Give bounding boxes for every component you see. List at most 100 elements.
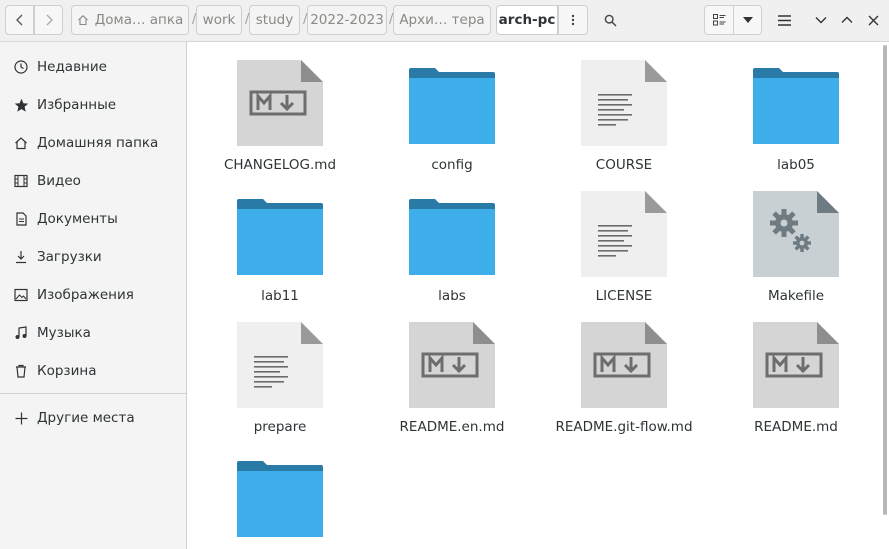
- markdown-file-icon: [409, 320, 495, 410]
- folder-item[interactable]: lab05: [710, 42, 882, 173]
- breadcrumb-study[interactable]: study: [249, 5, 300, 35]
- file-name: prepare: [253, 419, 307, 435]
- file-item[interactable]: README.md: [710, 304, 882, 435]
- folder-item[interactable]: labs: [366, 173, 538, 304]
- list-grid-view-icon: [712, 14, 725, 26]
- markdown-file-icon: [581, 320, 667, 410]
- sidebar-item-favorites[interactable]: Избранные: [0, 86, 186, 124]
- maximize-button[interactable]: [836, 8, 858, 32]
- chevron-left-icon: [15, 14, 22, 26]
- breadcrumb-work[interactable]: work: [196, 5, 242, 35]
- scrollbar[interactable]: [879, 42, 889, 549]
- makefile-icon: [753, 189, 839, 279]
- view-mode-button[interactable]: [704, 5, 734, 35]
- sidebar-item-downloads[interactable]: Загрузки: [0, 238, 186, 276]
- sidebar-item-home[interactable]: Домашняя папка: [0, 124, 186, 162]
- sidebar-item-label: Корзина: [37, 363, 97, 379]
- path-menu-button[interactable]: [558, 5, 588, 35]
- sidebar-item-label: Загрузки: [37, 249, 102, 265]
- file-item[interactable]: prepare: [194, 304, 366, 435]
- close-button[interactable]: [862, 8, 884, 32]
- minimize-button[interactable]: [810, 8, 832, 32]
- home-icon: [77, 15, 88, 26]
- breadcrumb-label: arch-pc: [498, 12, 556, 28]
- sidebar-item-pictures[interactable]: Изображения: [0, 276, 186, 314]
- triangle-down-icon: [742, 17, 753, 23]
- sidebar-item-recent[interactable]: Недавние: [0, 48, 186, 86]
- file-name: CHANGELOG.md: [223, 157, 337, 173]
- sidebar-item-other-locations[interactable]: Другие места: [0, 399, 186, 437]
- document-icon: [13, 211, 29, 227]
- text-file-icon: [237, 320, 323, 410]
- clock-icon: [13, 59, 29, 75]
- file-name: lab11: [261, 288, 299, 304]
- file-item[interactable]: README.git-flow.md: [538, 304, 710, 435]
- search-icon: [604, 14, 617, 27]
- file-item[interactable]: CHANGELOG.md: [194, 42, 366, 173]
- chevron-right-icon: [46, 14, 53, 26]
- sidebar-item-label: Домашняя папка: [37, 135, 159, 151]
- back-button[interactable]: [5, 5, 34, 35]
- scrollbar-thumb[interactable]: [883, 45, 887, 515]
- chevron-up-icon: [841, 16, 853, 23]
- file-name: labs: [438, 288, 466, 304]
- folder-icon: [237, 451, 323, 541]
- folder-item[interactable]: lab11: [194, 173, 366, 304]
- breadcrumb-label: Архи… тера: [399, 12, 485, 28]
- file-name: COURSE: [595, 157, 653, 173]
- folder-item[interactable]: [194, 435, 366, 549]
- hamburger-icon: [777, 14, 791, 26]
- text-file-icon: [581, 58, 667, 148]
- view-options-dropdown[interactable]: [733, 5, 762, 35]
- sidebar-item-label: Недавние: [37, 59, 107, 75]
- sidebar-item-label: Музыка: [37, 325, 91, 341]
- music-icon: [13, 325, 29, 341]
- sidebar-divider: [0, 393, 186, 394]
- breadcrumb-arch-pc[interactable]: arch-pc: [496, 5, 558, 35]
- breadcrumb-architecture[interactable]: Архи… тера: [393, 5, 491, 35]
- file-name: config: [431, 157, 473, 173]
- markdown-file-icon: [237, 58, 323, 148]
- sidebar-item-label: Другие места: [37, 410, 135, 426]
- file-item[interactable]: LICENSE: [538, 173, 710, 304]
- breadcrumb-2022-2023[interactable]: 2022-2023: [307, 5, 387, 35]
- star-icon: [13, 97, 29, 113]
- search-button[interactable]: [596, 5, 624, 35]
- header-bar: Дома… апка / work / study / 2022-2023 / …: [0, 0, 889, 42]
- sidebar-item-label: Документы: [37, 211, 118, 227]
- file-name: LICENSE: [595, 288, 653, 304]
- vertical-dots-icon: [571, 14, 575, 26]
- file-name: README.git-flow.md: [555, 419, 693, 435]
- file-manager-window: Дома… апка / work / study / 2022-2023 / …: [0, 0, 889, 549]
- file-item[interactable]: README.en.md: [366, 304, 538, 435]
- forward-button[interactable]: [34, 5, 63, 35]
- file-item[interactable]: Makefile: [710, 173, 882, 304]
- breadcrumb-label: 2022-2023: [310, 12, 384, 28]
- sidebar-item-label: Избранные: [37, 97, 117, 113]
- file-view: CHANGELOG.md config COURSE lab05 lab11 labs LI…: [188, 42, 889, 549]
- folder-icon: [237, 189, 323, 279]
- breadcrumb-home[interactable]: Дома… апка: [71, 5, 189, 35]
- trash-icon: [13, 363, 29, 379]
- file-name: lab05: [777, 157, 815, 173]
- breadcrumb-label: study: [255, 12, 294, 28]
- home-icon: [13, 135, 29, 151]
- sidebar-item-trash[interactable]: Корзина: [0, 352, 186, 390]
- text-file-icon: [581, 189, 667, 279]
- file-item[interactable]: COURSE: [538, 42, 710, 173]
- main-menu-button[interactable]: [770, 5, 798, 35]
- sidebar-item-documents[interactable]: Документы: [0, 200, 186, 238]
- film-icon: [13, 173, 29, 189]
- folder-item[interactable]: config: [366, 42, 538, 173]
- sidebar-item-music[interactable]: Музыка: [0, 314, 186, 352]
- plus-icon: [13, 410, 29, 426]
- sidebar-item-label: Видео: [37, 173, 81, 189]
- image-icon: [13, 287, 29, 303]
- breadcrumb-label: Дома… апка: [94, 12, 184, 28]
- sidebar: Недавние Избранные Домашняя папка Видео …: [0, 42, 187, 549]
- sidebar-item-videos[interactable]: Видео: [0, 162, 186, 200]
- file-name: README.en.md: [399, 419, 505, 435]
- file-name: Makefile: [767, 288, 825, 304]
- close-icon: [868, 15, 878, 25]
- file-name: README.md: [754, 419, 838, 435]
